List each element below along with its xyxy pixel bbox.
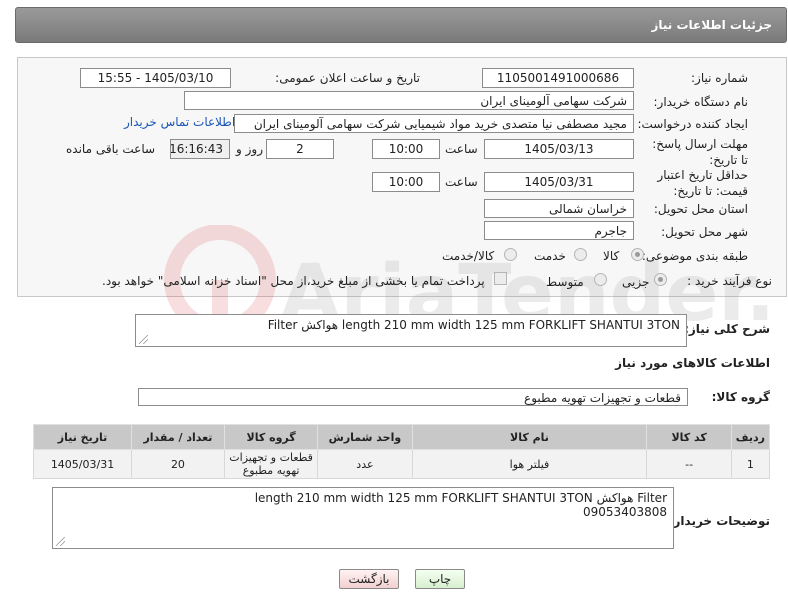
reply-date-field: 1405/03/13 xyxy=(484,139,634,159)
province-label: استان محل تحویل: xyxy=(653,202,748,216)
category-goods-radio[interactable] xyxy=(631,248,644,261)
print-button[interactable]: چاپ xyxy=(415,569,465,589)
remaining-label: ساعت باقی مانده xyxy=(66,142,156,156)
buyer-notes-label: توضیحات خریدار: xyxy=(668,514,770,528)
province-field: خراسان شمالی xyxy=(484,199,634,218)
category-goods-service-label: کالا/خدمت xyxy=(442,249,495,263)
cell-group: قطعات و تجهیزات تهویه مطبوع xyxy=(223,449,319,479)
description-textarea[interactable]: Filter هواکش length 210 mm width 125 mm … xyxy=(135,314,687,347)
resize-grip-icon[interactable] xyxy=(139,335,148,344)
page-title: جزئیات اطلاعات نیاز xyxy=(15,7,787,43)
price-time-field: 10:00 xyxy=(372,172,440,192)
price-time-label: ساعت xyxy=(445,175,478,189)
remaining-days-field: 2 xyxy=(266,139,334,159)
process-minor-label: جزیی xyxy=(622,275,650,289)
cell-code: -- xyxy=(646,449,732,479)
announce-datetime-field: 1405/03/10 - 15:55 xyxy=(80,68,231,88)
reply-time-label: ساعت xyxy=(445,142,478,156)
goods-group-label: گروه کالا: xyxy=(711,390,770,404)
reply-time-field: 10:00 xyxy=(372,139,440,159)
price-validity-label: حداقل تاریخ اعتبار قیمت: تا تاریخ: xyxy=(657,168,748,198)
buyer-org-field: شرکت سهامی آلومینای ایران xyxy=(184,91,634,110)
description-text: Filter هواکش length 210 mm width 125 mm … xyxy=(267,318,680,332)
process-minor-radio[interactable] xyxy=(654,273,667,286)
col-qty: تعداد / مقدار xyxy=(131,424,225,450)
need-number-field: 1105001491000686 xyxy=(482,68,634,88)
col-row: ردیف xyxy=(730,424,771,450)
cell-date: 1405/03/31 xyxy=(32,449,133,479)
process-medium-radio[interactable] xyxy=(594,273,607,286)
process-type-label: نوع فرآیند خرید : xyxy=(687,274,772,288)
cell-name: فیلتر هوا xyxy=(411,449,648,479)
buyer-notes-line-2: 09053403808 xyxy=(583,505,667,519)
reply-deadline-label: مهلت ارسال پاسخ: تا تاریخ: xyxy=(652,137,748,167)
cell-row: 1 xyxy=(730,449,771,479)
city-field: جاجرم xyxy=(484,221,634,240)
goods-table-header: ردیف کد کالا نام کالا واحد شمارش گروه کا… xyxy=(32,424,771,450)
requester-label: ایجاد کننده درخواست: xyxy=(637,117,748,131)
table-row: 1 -- فیلتر هوا عدد قطعات و تجهیزات تهویه… xyxy=(32,449,771,479)
category-goods-service-radio[interactable] xyxy=(504,248,517,261)
treasury-payment-note: پرداخت تمام یا بخشی از مبلغ خرید،از محل … xyxy=(102,274,485,288)
goods-section-title: اطلاعات کالاهای مورد نیاز xyxy=(615,356,770,370)
buyer-notes-line-1: Filter هواکش length 210 mm width 125 mm … xyxy=(254,491,667,505)
col-date: تاریخ نیاز xyxy=(32,424,133,450)
col-code: کد کالا xyxy=(646,424,732,450)
goods-group-field: قطعات و تجهیزات تهویه مطبوع xyxy=(138,388,688,406)
price-date-field: 1405/03/31 xyxy=(484,172,634,192)
city-label: شهر محل تحویل: xyxy=(661,225,748,239)
category-service-radio[interactable] xyxy=(574,248,587,261)
treasury-payment-checkbox[interactable] xyxy=(494,272,507,285)
buyer-org-label: نام دستگاه خریدار: xyxy=(653,95,749,109)
col-group: گروه کالا xyxy=(223,424,319,450)
remaining-time-field: 16:16:43 xyxy=(170,139,230,159)
col-name: نام کالا xyxy=(411,424,648,450)
resize-grip-icon[interactable] xyxy=(56,537,65,546)
buyer-contact-link[interactable]: اطلاعات تماس خریدار xyxy=(124,115,235,129)
process-medium-label: متوسط xyxy=(546,275,584,289)
requester-field: مجید مصطفی نیا متصدی خرید مواد شیمیایی ش… xyxy=(234,114,634,133)
description-label: شرح کلی نیاز: xyxy=(684,322,770,336)
category-label: طبقه بندی موضوعی: xyxy=(641,249,748,263)
cell-qty: 20 xyxy=(131,449,225,479)
need-number-label: شماره نیاز: xyxy=(691,71,748,85)
buyer-notes-textarea[interactable]: Filter هواکش length 210 mm width 125 mm … xyxy=(52,487,674,549)
col-unit: واحد شمارش xyxy=(317,424,413,450)
cell-unit: عدد xyxy=(317,449,413,479)
category-goods-label: کالا xyxy=(603,249,620,263)
category-service-label: خدمت xyxy=(534,249,566,263)
days-label: روز و xyxy=(236,142,263,156)
back-button[interactable]: بازگشت xyxy=(339,569,399,589)
announce-datetime-label: تاریخ و ساعت اعلان عمومی: xyxy=(275,71,420,85)
goods-table: ردیف کد کالا نام کالا واحد شمارش گروه کا… xyxy=(32,424,771,479)
